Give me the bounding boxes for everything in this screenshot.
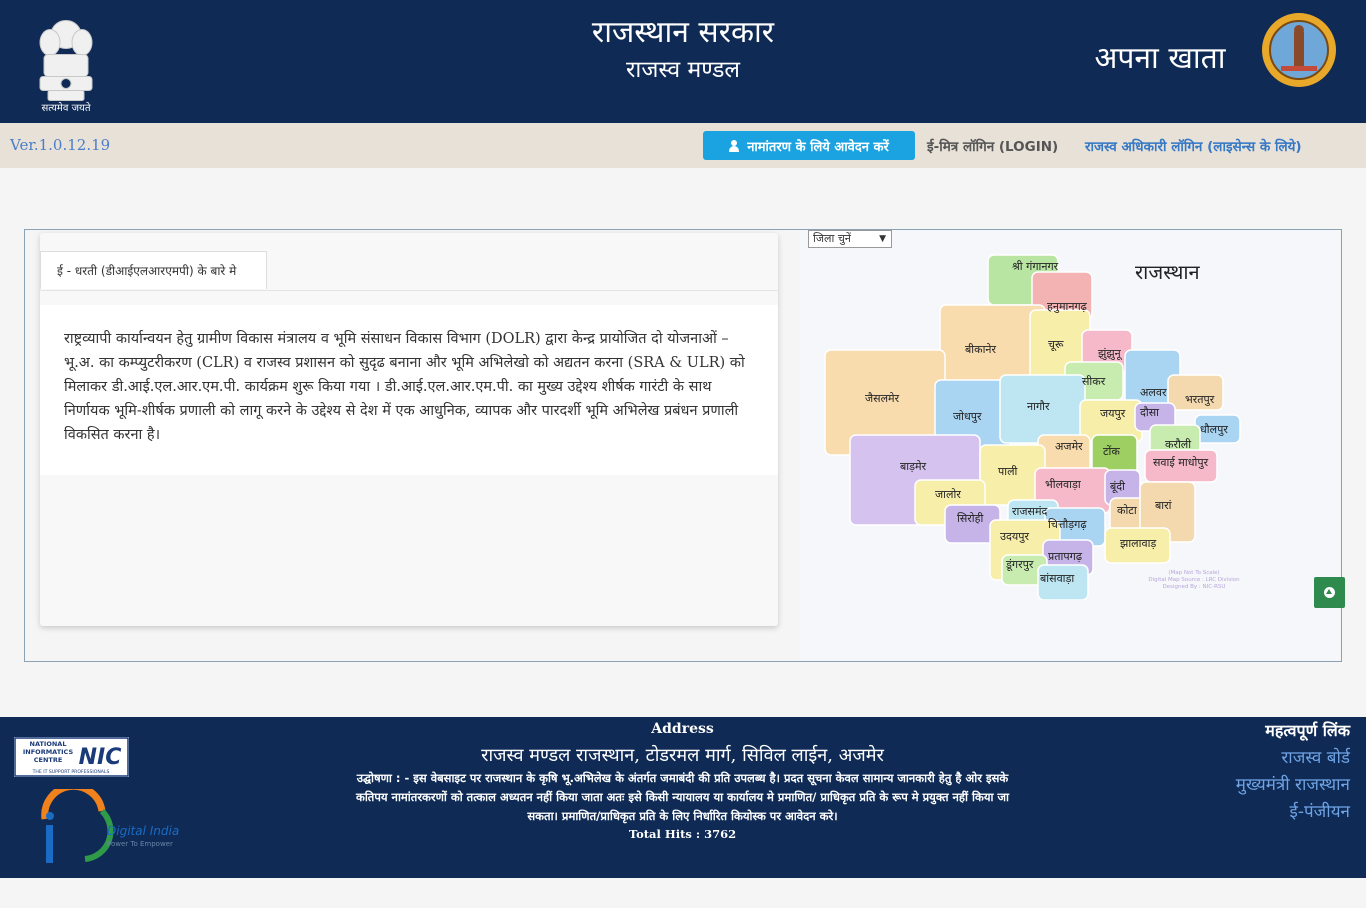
digital-india-logo: Digital India Power To Empower [41,789,179,863]
district-label: डूंगरपुर [1005,558,1034,572]
rajasthan-district-map[interactable]: श्री गंगानगर हनुमानगढ़ बीकानेर चूरू झुंझुनू स… [820,250,1250,600]
district-label: नागौर [1027,400,1050,413]
emitra-login-link[interactable]: ई-मित्र लॉगिन (LOGIN) [927,137,1058,155]
district-label: जयपुर [1100,407,1126,420]
map-note-line: Digital Map Source : LRC Division [1148,577,1240,583]
digital-india-tagline: Power To Empower [107,840,173,848]
apply-mutation-label: नामांतरण के लिये आवेदन करें [747,139,889,155]
map-note-line: (Map Not To Scale) [1168,570,1220,576]
district-select[interactable]: जिला चुनें ▼ [808,230,892,248]
district-label: चूरू [1048,338,1064,352]
tab-about-edharti[interactable]: ई - धरती (डीआईएलआरएमपी) के बारे मे [40,251,267,289]
district-label: प्रतापगढ़ [1048,550,1083,563]
nic-logo: NATIONAL INFORMATICS CENTRE NIC THE IT S… [14,737,129,777]
district-label: राजसमंद [1012,505,1048,518]
district-label: सीकर [1082,375,1106,388]
top-navbar: Ver.1.0.12.19 नामांतरण के लिये आवेदन करे… [0,123,1366,168]
chief-minister-link[interactable]: मुख्यमंत्री राजस्थान [1236,772,1350,795]
district-label: कोटा [1117,504,1137,517]
district-label: बूंदी [1110,480,1125,494]
revenue-officer-login-link[interactable]: राजस्व अधिकारी लॉगिन (लाइसेन्स के लिये) [1085,137,1302,155]
chevron-up-icon [1326,589,1332,594]
tab-strip: ई - धरती (डीआईएलआरएमपी) के बारे मे [40,233,778,291]
district-label: चित्तौड़गढ़ [1048,518,1087,531]
nic-text-line: NATIONAL [30,740,67,748]
district-label: उदयपुर [1000,530,1029,543]
district-label: दौसा [1140,406,1159,419]
revenue-board-seal-icon [1262,13,1336,87]
nic-text-line: INFORMATICS [23,748,74,756]
district-label: झालावाड़ [1120,537,1156,550]
e-registration-link[interactable]: ई-पंजीयन [1290,799,1350,822]
disclaimer-text: उद्घोषणा : - इस वेबसाइट पर राजस्थान के क… [355,771,1009,823]
nic-text-line: THE IT SUPPORT PROFESSIONALS [32,769,110,775]
district-label: अजमेर [1055,440,1083,453]
district-label: पाली [998,465,1018,478]
about-card: ई - धरती (डीआईएलआरएमपी) के बारे मे राष्ट… [40,233,778,626]
district-label: जोधपुर [953,410,982,423]
version-label: Ver.1.0.12.19 [10,136,111,154]
district-label: बीकानेर [965,343,997,356]
user-icon [729,139,740,152]
district-label: भीलवाड़ा [1045,478,1081,491]
district-label: भरतपुर [1185,393,1215,406]
nic-text-line: CENTRE [34,756,63,764]
scroll-to-top-button[interactable] [1314,577,1345,608]
program-description: राष्ट्रव्यापी कार्यान्वयन हेतु ग्रामीण व… [64,331,745,443]
district-label: सवाई माधोपुर [1153,456,1209,469]
district-label: बाड़मेर [900,460,927,473]
district-label: जैसलमेर [865,392,900,405]
app-title: अपना खाता [1094,41,1226,76]
department-subtitle: राजस्व मण्डल [625,57,741,83]
district-label: श्री गंगानगर [1012,260,1059,273]
district-label: जालोर [935,488,961,501]
map-note-line: Designed By : NIC-RSU [1162,584,1226,590]
district-select-value: जिला चुनें [813,232,851,245]
district-label: झुंझुनू [1098,347,1123,361]
site-header: सत्यमेव जयते राजस्थान सरकार राजस्व मण्डल… [0,0,1366,123]
apply-mutation-button[interactable]: नामांतरण के लिये आवेदन करें [703,131,915,160]
digital-india-title: Digital India [107,824,179,838]
district-label: हनुमानगढ़ [1047,300,1088,313]
district-label: बांसवाड़ा [1040,572,1074,585]
bottom-strip [0,878,1366,908]
emblem-caption: सत्यमेव जयते [41,103,91,114]
district-label: करौली [1165,438,1191,451]
total-hits: Total Hits : 3762 [628,827,737,841]
government-title: राजस्थान सरकार [591,15,775,50]
district-label: धौलपुर [1200,423,1228,436]
revenue-board-link[interactable]: राजस्व बोर्ड [1281,745,1350,768]
tab-about-edharti-label: ई - धरती (डीआईएलआरएमपी) के बारे मे [57,264,237,278]
address-heading: Address [651,721,714,737]
map-note: (Map Not To Scale) Digital Map Source : … [1134,570,1254,591]
district-label: अलवर [1140,386,1167,399]
address-text: राजस्व मण्डल राजस्थान, टोडरमल मार्ग, सिव… [481,745,884,766]
district-label: बारां [1155,499,1172,512]
important-links-heading: महत्वपूर्ण लिंक [1265,721,1350,740]
tab-panel: राष्ट्रव्यापी कार्यान्वयन हेतु ग्रामीण व… [40,305,778,475]
site-footer: NATIONAL INFORMATICS CENTRE NIC THE IT S… [0,717,1366,878]
dropdown-arrow-icon: ▼ [879,234,886,244]
district-label: सिरोही [957,512,983,525]
nic-mark: NIC [79,745,122,770]
district-label: टोंक [1103,445,1120,458]
